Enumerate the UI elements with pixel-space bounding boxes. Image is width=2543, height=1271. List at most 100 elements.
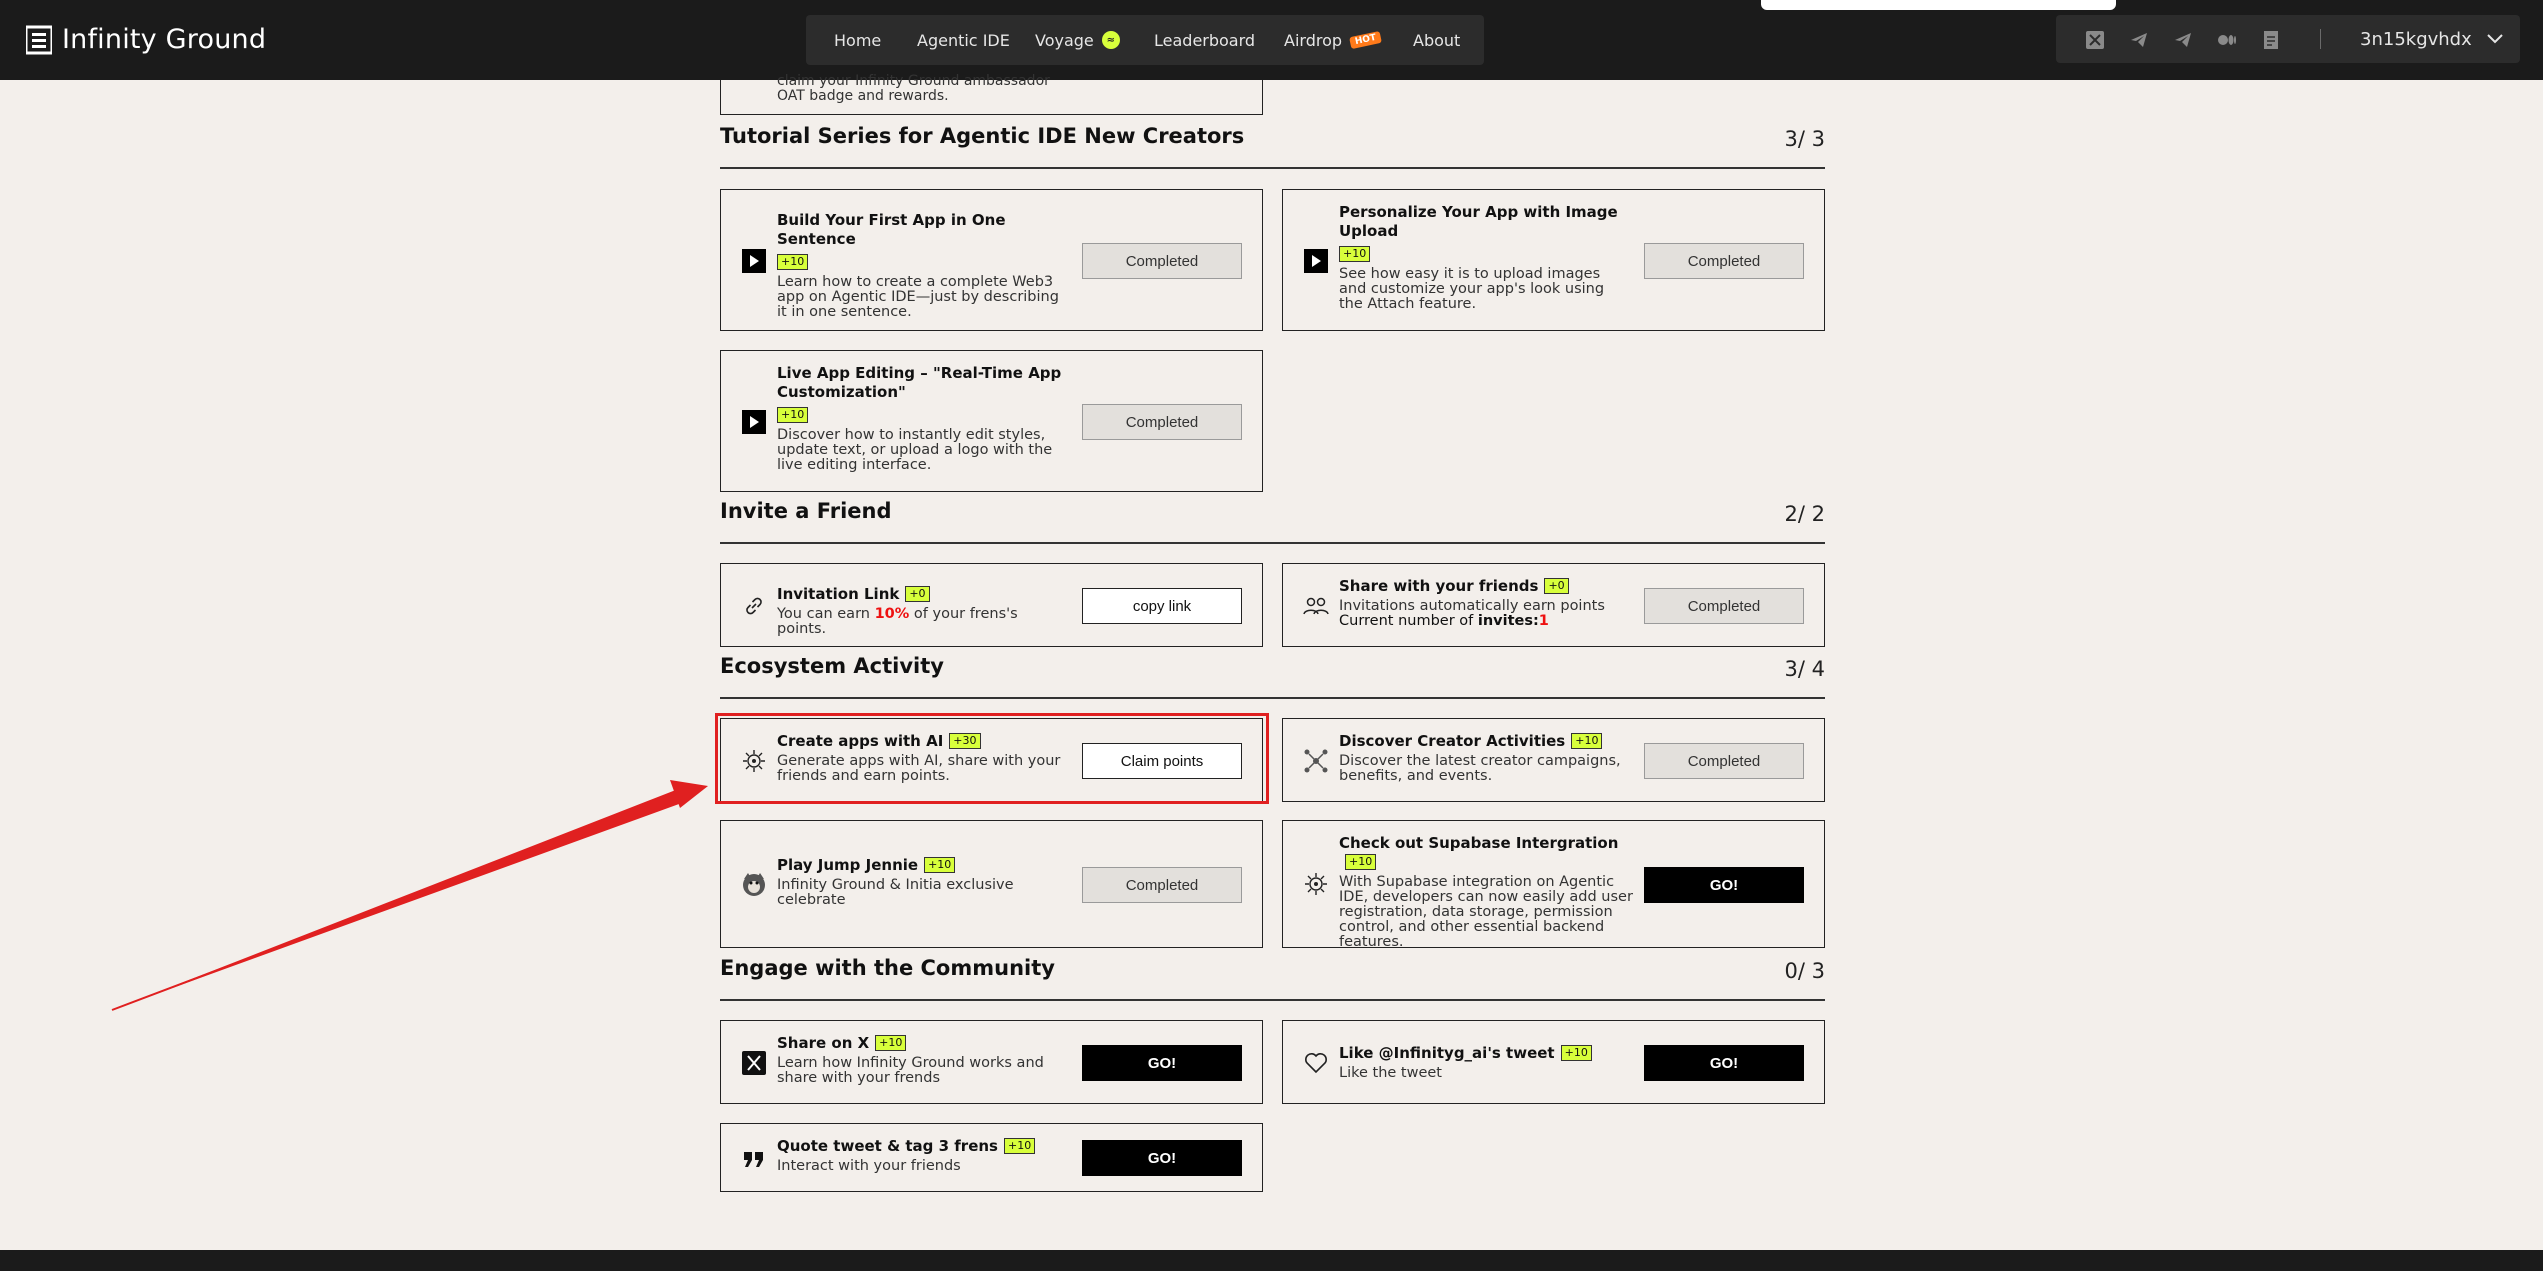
friends-icon [1303,593,1329,619]
divider [2320,29,2321,49]
invite-count: Current number of invites:1 [1339,614,1639,629]
nav-agentic-ide[interactable]: Agentic IDE [917,15,1010,65]
task-card-like-tweet: Like @Infinityg_ai's tweet +10 Like the t… [1282,1020,1825,1104]
go-button[interactable]: GO! [1082,1045,1242,1081]
go-button[interactable]: GO! [1644,867,1804,903]
task-title: Discover Creator Activities [1339,732,1566,750]
task-title: Live App Editing – "Real-Time App Custom… [777,364,1062,401]
section-count-invite: 2/ 2 [1784,502,1825,526]
points-badge: +10 [777,407,809,423]
nav-airdrop[interactable]: Airdrop HOT [1284,15,1383,65]
nav-leaderboard[interactable]: Leaderboard [1154,15,1255,65]
task-description: Discover the latest creator campaigns, b… [1339,753,1621,784]
task-card-quote-tweet: Quote tweet & tag 3 frens +10 Interact wi… [720,1123,1263,1192]
task-card-discover-creator: Discover Creator Activities +10 Discover … [1282,718,1825,802]
completed-button[interactable]: Completed [1082,404,1242,440]
jennie-avatar-icon [741,871,767,897]
completed-button[interactable]: Completed [1644,588,1804,624]
top-popover-edge [1761,0,2116,10]
telegram-icon[interactable] [2172,29,2194,51]
points-badge: +10 [1345,854,1377,870]
wallet-address: 3n15kgvhdx [2360,28,2472,50]
section-divider [720,542,1825,544]
account-area: 3n15kgvhdx [2056,15,2520,63]
nav-home-label: Home [834,30,882,50]
section-title-tutorial: Tutorial Series for Agentic IDE New Crea… [720,124,1245,148]
x-icon [741,1050,767,1076]
creator-activities-icon [1303,748,1329,774]
copy-link-button[interactable]: copy link [1082,588,1242,624]
task-description: Interact with your friends [777,1158,961,1174]
nav-about-label: About [1413,30,1461,50]
completed-button[interactable]: Completed [1082,243,1242,279]
nav-about[interactable]: About [1413,15,1460,65]
task-description: See how easy it is to upload images and … [1339,266,1605,312]
go-button[interactable]: GO! [1082,1140,1242,1176]
completed-button[interactable]: Completed [1644,743,1804,779]
invite-count-label: Current number of [1339,613,1478,629]
task-card-live-app-editing: Live App Editing – "Real-Time App Custom… [720,350,1263,492]
percent-highlight: 10% [874,606,910,622]
section-count-community: 0/ 3 [1784,959,1825,983]
points-badge: +10 [1339,246,1371,262]
completed-button[interactable]: Completed [1644,243,1804,279]
heart-icon [1303,1050,1329,1076]
task-description: Invitations automatically earn points [1339,598,1605,614]
task-title: Like @Infinityg_ai's tweet [1339,1044,1555,1062]
annotation-arrow [111,780,708,1011]
previous-card-stub: claim your Infinity Ground ambassador OA… [720,74,1263,115]
highlight-box [715,713,1269,804]
points-badge: +10 [777,254,809,270]
play-icon[interactable] [741,248,767,274]
section-count-tutorial: 3/ 3 [1784,127,1825,151]
completed-button[interactable]: Completed [1082,867,1242,903]
task-description: Infinity Ground & Initia exclusive celeb… [777,877,1014,908]
task-description: Learn how to create a complete Web3 app … [777,274,1059,320]
points-badge: +10 [924,857,956,873]
task-title: Play Jump Jennie [777,856,919,874]
top-navigation-bar: Infinity Ground Home Agentic IDE Voyage ≈… [0,0,2543,80]
hot-badge: HOT [1349,30,1383,50]
section-title-ecosystem: Ecosystem Activity [720,654,944,678]
task-description: Discover how to instantly edit styles, u… [777,427,1053,473]
task-description: With Supabase integration on Agentic IDE… [1339,874,1633,950]
nav-voyage[interactable]: Voyage ≈ [1035,15,1120,65]
logo-text: Infinity Ground [62,24,267,55]
docs-icon[interactable] [2260,29,2282,51]
nav-voyage-label: Voyage [1035,30,1094,50]
nav-agentic-ide-label: Agentic IDE [917,30,1010,50]
chevron-down-icon [2487,34,2503,44]
task-description: Learn how Infinity Ground works and shar… [777,1055,1044,1086]
task-title: Share with your friends [1339,577,1539,595]
nav-home[interactable]: Home [834,15,881,65]
task-title: Share on X [777,1034,870,1052]
logo[interactable]: Infinity Ground [26,24,266,55]
task-title: Check out Supabase Intergration [1339,834,1619,852]
task-title: Invitation Link [777,585,900,603]
task-title: Personalize Your App with Image Upload [1339,203,1618,240]
section-divider [720,999,1825,1001]
points-badge: +0 [905,586,930,602]
go-button[interactable]: GO! [1644,1045,1804,1081]
medium-icon[interactable] [2216,29,2238,51]
play-icon[interactable] [741,409,767,435]
telegram-icon[interactable] [2128,29,2150,51]
section-title-invite: Invite a Friend [720,499,892,523]
wallet-menu[interactable]: 3n15kgvhdx [2360,15,2504,63]
play-icon[interactable] [1303,248,1329,274]
points-badge: +0 [1544,578,1569,594]
footer-bar [0,1250,2543,1271]
task-title: Build Your First App in One Sentence [777,211,1006,248]
voyage-badge-icon: ≈ [1101,31,1120,49]
x-icon[interactable] [2084,29,2106,51]
task-card-invitation-link: Invitation Link +0 You can earn 10% of yo… [720,563,1263,647]
link-icon [741,593,767,619]
points-badge: +10 [1004,1138,1036,1154]
previous-card-text: claim your Infinity Ground ambassador OA… [777,73,1050,104]
desc-text: You can earn [777,606,875,622]
task-card-build-first-app: Build Your First App in One Sentence +10… [720,189,1263,331]
points-badge: +10 [875,1035,907,1051]
main-nav: Home Agentic IDE Voyage ≈ Leaderboard Air… [806,15,1484,65]
points-badge: +10 [1571,733,1603,749]
section-divider [720,697,1825,699]
